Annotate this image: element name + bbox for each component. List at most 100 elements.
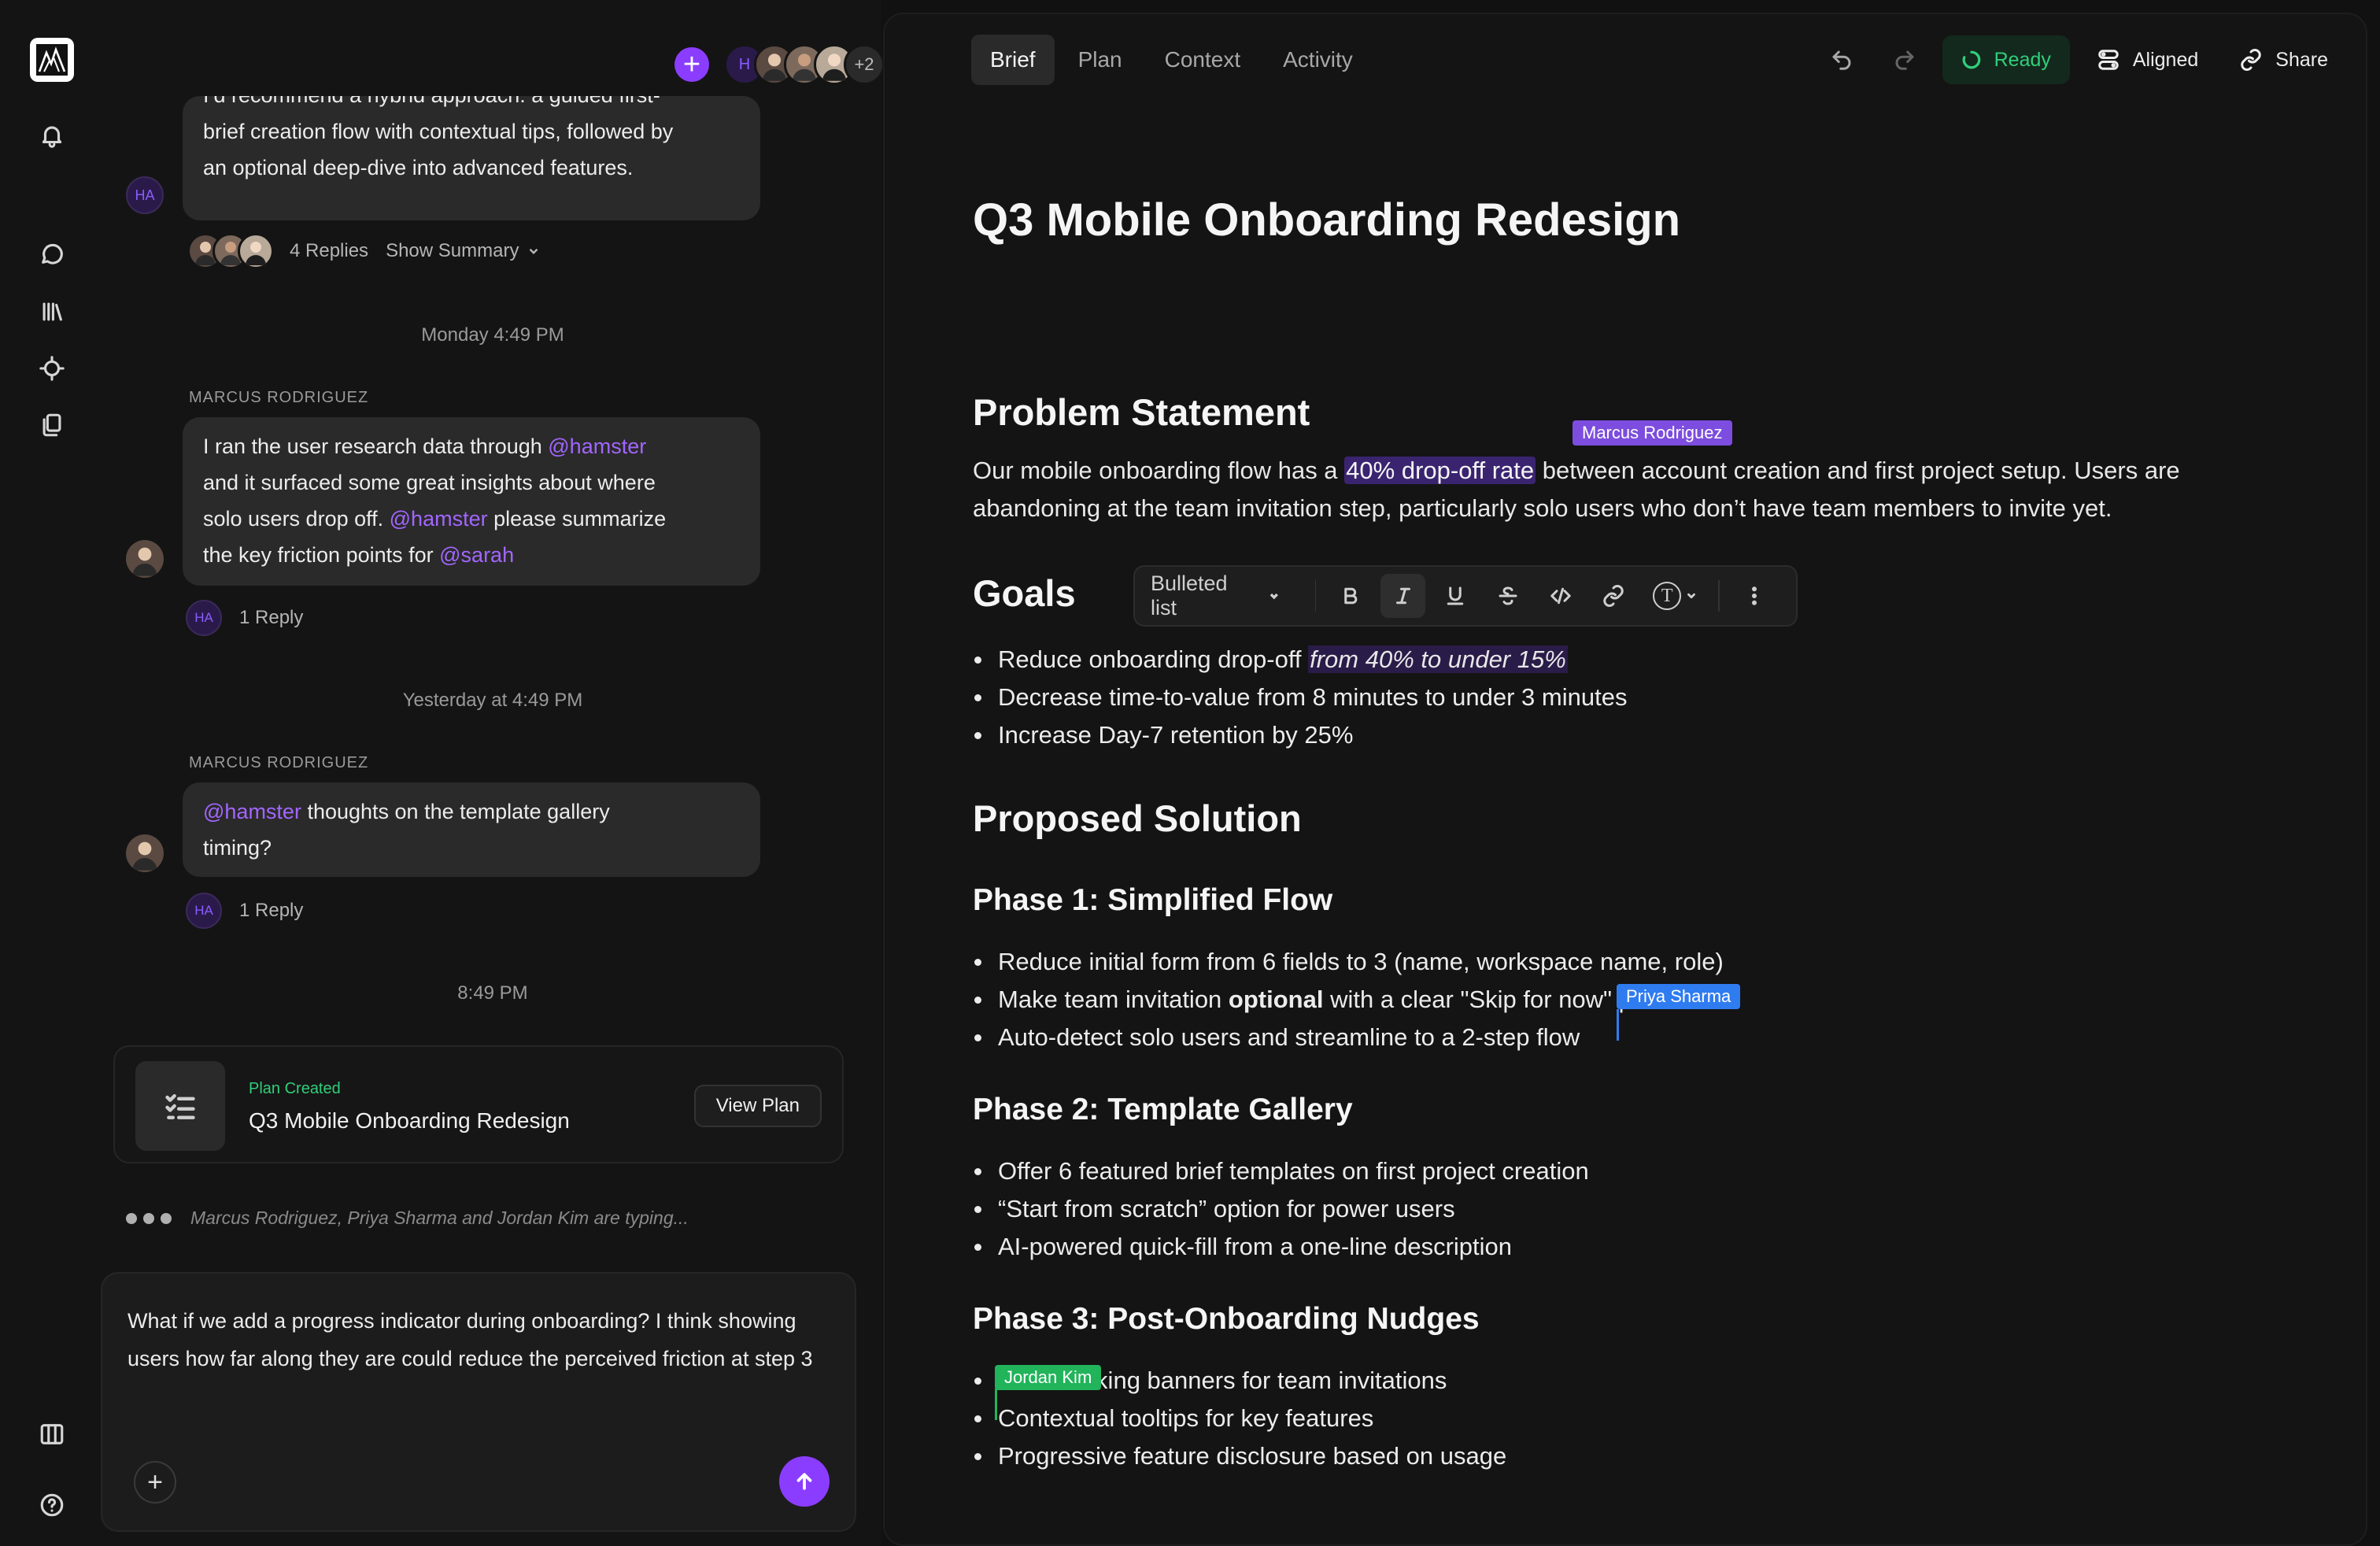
thread-replies[interactable]: HA 1 Reply (186, 600, 303, 636)
phase-1-list[interactable]: Reduce initial form from 6 fields to 3 (… (973, 943, 1724, 1056)
message-sender: MARCUS RODRIGUEZ (189, 389, 369, 406)
block-type-select[interactable]: Bulleted list (1151, 571, 1298, 620)
phase-2-list[interactable]: Offer 6 featured brief templates on firs… (973, 1152, 1589, 1266)
redo-icon (1895, 50, 1914, 70)
message-text: solo users drop off. (203, 507, 390, 531)
message-text: and it surfaced some great insights abou… (203, 471, 656, 494)
replies-count[interactable]: 1 Reply (239, 900, 303, 922)
text-style-button[interactable]: T (1643, 574, 1706, 618)
help-button[interactable] (31, 1485, 72, 1526)
share-label: Share (2275, 48, 2328, 71)
list-item: Progressive feature disclosure based on … (973, 1437, 1506, 1475)
tab-brief[interactable]: Brief (971, 35, 1055, 85)
share-button[interactable]: Share (2225, 35, 2342, 84)
focus-nav-button[interactable] (31, 348, 72, 389)
link-icon (1602, 585, 1624, 607)
composer-input[interactable]: What if we add a progress indicator duri… (128, 1302, 820, 1378)
tab-context[interactable]: Context (1146, 35, 1260, 85)
checklist-icon (135, 1061, 225, 1151)
replies-count[interactable]: 1 Reply (239, 607, 303, 629)
heading-phase-2[interactable]: Phase 2: Template Gallery (973, 1093, 1353, 1127)
plan-created-card[interactable]: Plan Created Q3 Mobile Onboarding Redesi… (113, 1045, 844, 1163)
aligned-button[interactable]: Aligned (2082, 35, 2212, 84)
avatar: HA (186, 893, 222, 929)
typing-dots-icon (126, 1212, 178, 1224)
message-bubble: @hamster thoughts on the template galler… (183, 782, 760, 877)
library-nav-button[interactable] (31, 291, 72, 332)
mention-link[interactable]: @hamster (548, 435, 646, 458)
message-text: I ran the user research data through (203, 435, 549, 458)
chat-nav-button[interactable] (31, 233, 72, 274)
documents-nav-button[interactable] (31, 405, 72, 446)
person-photo-icon (132, 841, 157, 871)
notifications-button[interactable] (31, 115, 72, 156)
heading-phase-3[interactable]: Phase 3: Post-Onboarding Nudges (973, 1302, 1480, 1337)
thread-replies[interactable]: HA 1 Reply (186, 893, 303, 929)
highlighted-text: from 40% to under 15% (1308, 645, 1568, 673)
list-item: Decrease time-to-value from 8 minutes to… (973, 679, 1627, 716)
date-separator: Yesterday at 4:49 PM (402, 690, 583, 711)
strikethrough-icon (1499, 586, 1517, 605)
undo-button[interactable] (1816, 35, 1867, 85)
italic-icon (1395, 587, 1410, 605)
app-logo[interactable] (30, 38, 74, 82)
problem-paragraph[interactable]: Our mobile onboarding flow has a 40% dro… (973, 452, 2264, 527)
collaborator-caret (1617, 1009, 1619, 1041)
page-title[interactable]: Q3 Mobile Onboarding Redesign (973, 194, 1680, 246)
mention-link[interactable]: @sarah (439, 543, 514, 567)
message-bubble: I ran the user research data through @ha… (183, 417, 760, 586)
mention-link[interactable]: @hamster (203, 800, 301, 823)
toggle-sidebar-button[interactable] (31, 1414, 72, 1455)
participants-stack[interactable]: H +2 (724, 44, 885, 85)
replies-count[interactable]: 4 Replies (290, 240, 368, 262)
documents-icon (42, 413, 61, 437)
loading-spinner-icon (1962, 50, 1980, 69)
list-item-text: Reduce onboarding drop-off (998, 645, 1309, 673)
underline-button[interactable] (1433, 574, 1478, 618)
bold-button[interactable] (1328, 574, 1373, 618)
view-plan-button[interactable]: View Plan (693, 1085, 822, 1127)
more-options-button[interactable] (1731, 574, 1776, 618)
logo-mark-icon (36, 44, 68, 76)
message-line: an optional deep-dive into advanced feat… (203, 156, 634, 179)
bold-text: optional (1228, 986, 1324, 1013)
tab-plan[interactable]: Plan (1059, 35, 1141, 85)
attach-button[interactable]: + (134, 1461, 176, 1503)
text-style-icon: T (1653, 582, 1682, 610)
show-summary-link[interactable]: Show Summary (386, 240, 519, 262)
heading-problem-statement[interactable]: Problem Statement (973, 390, 1310, 434)
undo-icon (1832, 50, 1851, 70)
heading-phase-1[interactable]: Phase 1: Simplified Flow (973, 883, 1332, 918)
link-button[interactable] (1591, 574, 1635, 618)
italic-button[interactable] (1380, 574, 1425, 618)
chat-bubble-icon (42, 243, 63, 264)
send-button[interactable] (779, 1456, 830, 1507)
code-button[interactable] (1539, 574, 1584, 618)
list-item: “Start from scratch” option for power us… (973, 1190, 1589, 1228)
redo-button[interactable] (1879, 35, 1930, 85)
goals-list[interactable]: Reduce onboarding drop-off from 40% to u… (973, 641, 1627, 754)
tab-activity[interactable]: Activity (1264, 35, 1372, 85)
person-photo-icon (132, 547, 157, 576)
list-item-text: with a clear "Skip for now" path (1323, 986, 1667, 1013)
left-rail (0, 0, 104, 1546)
add-participant-button[interactable]: + (674, 47, 709, 82)
mention-link[interactable]: @hamster (390, 507, 488, 531)
message-text: the key friction points for (203, 543, 440, 567)
strikethrough-button[interactable] (1486, 574, 1531, 618)
message-text: timing? (203, 836, 272, 860)
avatar (126, 834, 164, 872)
more-vertical-icon (1751, 586, 1757, 605)
message-composer[interactable]: What if we add a progress indicator duri… (101, 1272, 856, 1532)
avatar: HA (186, 600, 222, 636)
thread-replies[interactable]: 4 Replies Show Summary (187, 233, 541, 269)
person-photo-icon (246, 242, 266, 265)
status-badge[interactable]: Ready (1942, 35, 2070, 84)
more-participants-count: +2 (844, 44, 885, 85)
aligned-label: Aligned (2132, 48, 2199, 71)
heading-goals[interactable]: Goals (973, 571, 1076, 615)
heading-proposed-solution[interactable]: Proposed Solution (973, 797, 1302, 840)
list-item: Auto-detect solo users and streamline to… (973, 1019, 1724, 1056)
list-item: Make team invitation optional with a cle… (973, 981, 1724, 1019)
toolbar-divider (1718, 580, 1720, 612)
